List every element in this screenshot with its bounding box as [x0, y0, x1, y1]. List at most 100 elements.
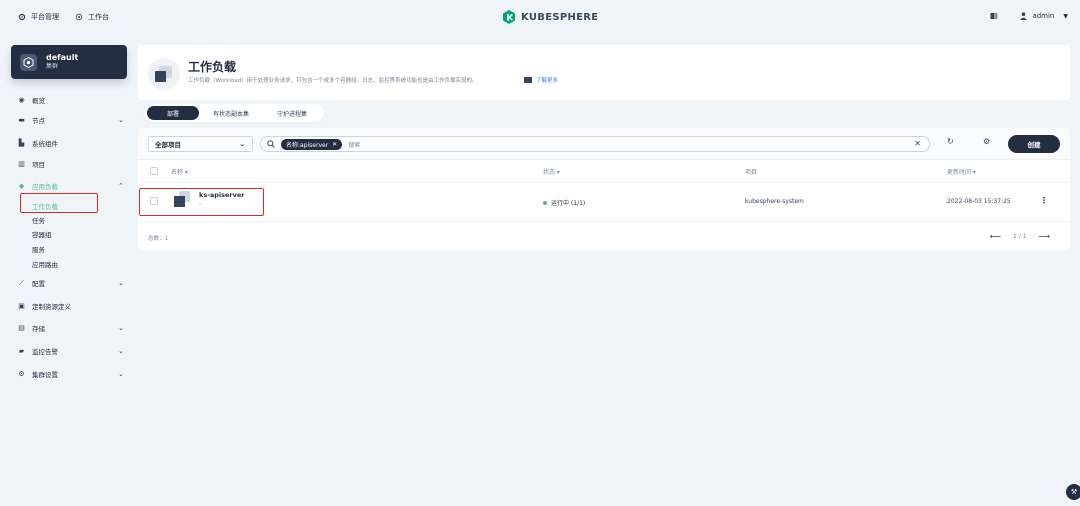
- tab-statefulsets[interactable]: 有状态副本集: [199, 106, 263, 120]
- pagination: ⟵ 1 / 1 ⟶: [990, 232, 1050, 241]
- nav-sub-pods[interactable]: 容器组: [32, 229, 52, 239]
- status-badge: 运行中 (1/1): [543, 198, 585, 207]
- prev-page-icon[interactable]: ⟵: [990, 232, 1001, 241]
- select-all-checkbox[interactable]: [150, 167, 158, 175]
- tab-deployments[interactable]: 部署: [147, 106, 200, 120]
- page-indicator: 1 / 1: [1013, 233, 1027, 240]
- filter-tag[interactable]: 名称:apiserver ✕: [281, 138, 343, 150]
- cluster-icon: [20, 53, 37, 71]
- nav-app-workloads-label: 应用负载: [32, 183, 58, 191]
- nav-app-workloads[interactable]: ◆ 应用负载 ⌃: [18, 179, 124, 193]
- platform-management-label: 平台管理: [31, 13, 59, 21]
- sidebar: default 集群: [11, 45, 129, 79]
- page-description: 工作负载（Workload）用于处理业务请求，可包含一个或多个容器组。日志、监控…: [188, 78, 478, 84]
- nav-settings-label: 集群设置: [32, 371, 58, 379]
- create-button[interactable]: 创建: [1008, 135, 1060, 153]
- column-project: 项目: [745, 169, 758, 176]
- refresh-icon[interactable]: ↻: [947, 137, 954, 146]
- appcenter-icon: ◆: [18, 182, 25, 190]
- column-updated-label: 更新时间: [947, 169, 972, 176]
- workbench-link[interactable]: 工作台: [75, 12, 109, 22]
- chevron-down-icon: ⌄: [118, 347, 124, 355]
- project-select-value: 全部项目: [155, 141, 181, 149]
- nav-sub-ingresses[interactable]: 应用路由: [32, 259, 58, 269]
- status-dot-icon: [543, 200, 547, 205]
- cluster-name: default: [46, 53, 79, 62]
- nodes-icon: ▬: [18, 116, 25, 124]
- updated-cell: 2022-08-03 15:37:25: [947, 198, 1011, 205]
- book-icon: [524, 77, 532, 83]
- nav-overview-label: 概览: [32, 97, 45, 105]
- top-bar: 平台管理 工作台 KUBESPHERE admin ▼: [0, 0, 1080, 36]
- highlight-box: [139, 188, 264, 216]
- document-icon[interactable]: [990, 12, 998, 20]
- nav-sub-jobs[interactable]: 任务: [32, 215, 45, 225]
- learn-more-label: 了解更多: [536, 78, 559, 84]
- chevron-down-icon: ⌄: [118, 324, 124, 332]
- learn-more-link[interactable]: 了解更多: [524, 76, 558, 84]
- nav-config-label: 配置: [32, 280, 45, 288]
- nav-crd[interactable]: ▣ 定制资源定义: [18, 299, 124, 313]
- workload-icon: [148, 58, 180, 90]
- close-icon[interactable]: ✕: [332, 141, 337, 148]
- caret-down-icon: ▼: [1063, 12, 1068, 20]
- cluster-type: 集群: [46, 63, 59, 70]
- project-select[interactable]: 全部项目 ⌄: [148, 136, 253, 152]
- list-toolbar: 全部项目 ⌄ 名称:apiserver ✕ 搜索 ✕ ↻ ⚙ 创建: [138, 128, 1070, 160]
- chevron-down-icon: ⌄: [118, 370, 124, 378]
- page-title: 工作负载: [188, 60, 237, 74]
- chevron-down-icon: ⌄: [118, 279, 124, 287]
- monitoring-icon: ▰: [18, 347, 25, 355]
- nav-nodes-label: 节点: [32, 117, 45, 125]
- table-row[interactable]: ks-apiserver - 运行中 (1/1) kubesphere-syst…: [138, 182, 1070, 222]
- nav-storage[interactable]: ▤ 存储 ⌄: [18, 321, 124, 335]
- column-name[interactable]: 名称 ▾: [171, 167, 188, 176]
- user-name: admin: [1032, 12, 1055, 20]
- nav-monitoring[interactable]: ▰ 监控告警 ⌄: [18, 344, 124, 358]
- user-icon: [1020, 12, 1028, 20]
- table-header: 名称 ▾ 状态 ▾ 项目 更新时间 ▾: [138, 160, 1070, 182]
- components-icon: ▙: [18, 139, 25, 147]
- nav-monitoring-label: 监控告警: [32, 348, 58, 356]
- workload-list: 全部项目 ⌄ 名称:apiserver ✕ 搜索 ✕ ↻ ⚙ 创建 名称 ▾ 状…: [138, 128, 1070, 250]
- column-status[interactable]: 状态 ▾: [543, 167, 560, 176]
- column-updated[interactable]: 更新时间 ▾: [947, 167, 976, 176]
- hammer-icon: ⚒: [1070, 488, 1078, 496]
- highlight-box: [20, 193, 98, 213]
- help-tool-button[interactable]: ⚒: [1066, 484, 1080, 500]
- cluster-selector[interactable]: default 集群: [11, 45, 127, 79]
- nav-settings[interactable]: ⚙ 集群设置 ⌄: [18, 367, 124, 381]
- gear-icon[interactable]: ⚙: [983, 137, 990, 146]
- nav-config[interactable]: ⟋ 配置 ⌄: [18, 276, 124, 290]
- top-nav: 平台管理 工作台: [18, 12, 109, 22]
- search-input[interactable]: 名称:apiserver ✕ 搜索 ✕: [260, 136, 930, 152]
- gear-icon: [18, 13, 26, 21]
- nav-storage-label: 存储: [32, 325, 45, 333]
- brand-logo[interactable]: KUBESPHERE: [502, 10, 598, 24]
- nav-projects[interactable]: ▥ 项目: [18, 157, 124, 171]
- main-content: 工作负载 工作负载（Workload）用于处理业务请求，可包含一个或多个容器组。…: [138, 45, 1070, 250]
- nav-nodes[interactable]: ▬ 节点 ⌄: [18, 113, 124, 127]
- dashboard-icon: ◉: [18, 96, 25, 104]
- nav-overview[interactable]: ◉ 概览: [18, 93, 124, 107]
- tab-daemonsets[interactable]: 守护进程集: [263, 106, 321, 120]
- user-menu[interactable]: admin ▼: [1020, 12, 1068, 20]
- column-name-label: 名称: [171, 169, 184, 176]
- workload-tabs: 部署 有状态副本集 守护进程集: [144, 104, 325, 122]
- nav-components-label: 系统组件: [32, 140, 58, 148]
- clear-search-icon[interactable]: ✕: [914, 139, 921, 148]
- platform-management-link[interactable]: 平台管理: [18, 12, 59, 22]
- settings-icon: ⚙: [18, 370, 25, 378]
- filter-tag-label: 名称:apiserver: [286, 141, 329, 149]
- next-page-icon[interactable]: ⟶: [1039, 232, 1050, 241]
- workbench-icon: [75, 13, 83, 21]
- nav-sub-services[interactable]: 服务: [32, 244, 45, 254]
- wrench-icon: ⟋: [19, 278, 24, 287]
- project-cell: kubesphere-system: [745, 198, 804, 205]
- more-actions-icon[interactable]: ⋮: [1040, 196, 1048, 205]
- top-right-tools: admin ▼: [990, 12, 1068, 20]
- projects-icon: ▥: [18, 160, 25, 168]
- storage-icon: ▤: [18, 324, 25, 332]
- search-placeholder: 搜索: [348, 141, 361, 149]
- nav-components[interactable]: ▙ 系统组件: [18, 136, 124, 150]
